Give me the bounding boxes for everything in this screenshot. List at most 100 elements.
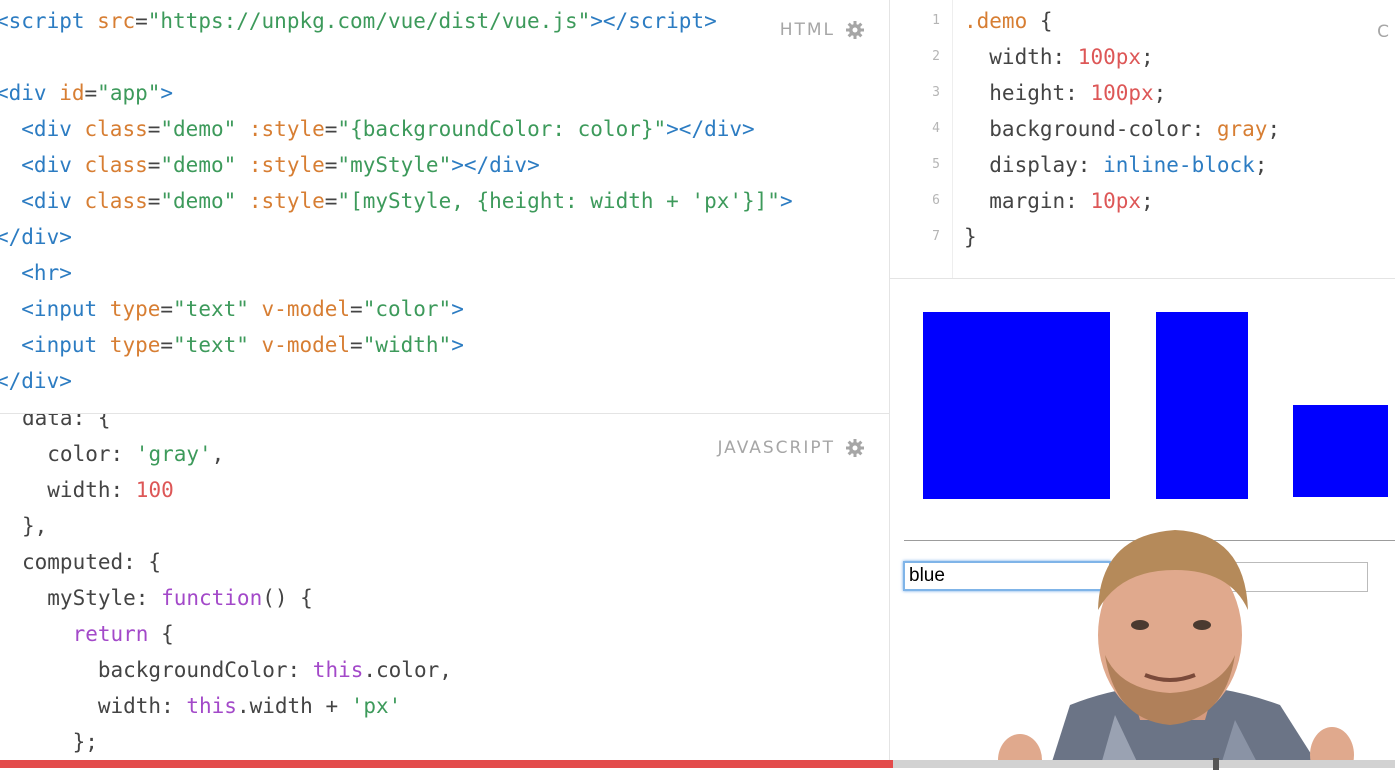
code-line[interactable]: <div class="demo" :style="[myStyle, {hei… [0,183,793,219]
gear-icon[interactable] [845,438,865,458]
line-number: 6 [932,193,940,208]
code-token: ></div> [666,117,755,141]
code-line[interactable]: myStyle: function() { [22,580,452,616]
code-token: > [160,81,174,105]
demo-box-3 [1293,405,1388,497]
code-token: v-model [248,297,351,321]
code-line[interactable]: </div> [0,363,793,399]
line-number: 2 [932,49,940,64]
code-token: <div [0,189,85,213]
code-token: , [211,442,225,466]
code-token: ></div> [451,153,540,177]
code-line[interactable]: backgroundColor: this.color, [22,652,452,688]
code-token: src [97,9,136,33]
code-token: 100px [1077,45,1142,69]
css-editor-pane[interactable]: 1 2 3 4 5 6 7 .demo { width: 100px; height: 10… [890,0,1395,278]
html-code[interactable]: <script src="https://unpkg.com/vue/dist/… [0,3,793,399]
code-line[interactable] [0,39,793,75]
code-token: ; [1141,189,1154,213]
video-progress-knob[interactable] [1212,758,1219,770]
html-editor-pane[interactable]: <script src="https://unpkg.com/vue/dist/… [0,0,889,413]
code-line[interactable]: <script src="https://unpkg.com/vue/dist/… [0,3,793,39]
video-progress-bar[interactable] [0,758,1395,770]
code-token: "myStyle" [337,153,452,177]
code-token: <hr> [0,261,72,285]
code-token: "text" [173,297,249,321]
css-code[interactable]: .demo { width: 100px; height: 100px; bac… [964,3,1280,255]
line-number: 7 [932,229,940,244]
code-token: .demo [964,9,1028,33]
code-token: = [135,9,148,33]
code-token: class [84,189,148,213]
code-line[interactable]: width: 100 [22,472,452,508]
code-token: color: [22,442,136,466]
code-line[interactable]: }, [22,508,452,544]
code-token: <div [0,153,85,177]
code-line[interactable]: <div id="app"> [0,75,793,111]
code-token: :style [236,153,325,177]
code-token: return [72,622,149,646]
code-token: "demo" [160,153,237,177]
code-line[interactable]: } [964,219,1280,255]
code-line[interactable]: <div class="demo" :style="{backgroundCol… [0,111,793,147]
code-token: this [312,658,364,682]
css-line-gutter: 1 2 3 4 5 6 7 [890,3,952,255]
code-line[interactable]: width: this.width + 'px' [22,688,452,724]
code-token: = [350,297,363,321]
code-token: "width" [362,333,452,357]
code-token: width: [22,478,136,502]
code-line[interactable]: </div> [0,219,793,255]
code-token: <script [0,9,98,33]
code-token: type [109,297,161,321]
line-number: 5 [932,157,940,172]
code-line[interactable]: width: 100px; [964,39,1280,75]
code-line[interactable]: <input type="text" v-model="color"> [0,291,793,327]
code-token: = [324,117,338,141]
code-token: this [186,694,237,718]
presenter-image [998,530,1354,768]
code-line[interactable]: margin: 10px; [964,183,1280,219]
code-token: margin: [964,189,1091,213]
code-token: "demo" [160,117,237,141]
code-token: 100 [135,478,174,502]
code-token: 100px [1090,81,1154,105]
code-token: </div> [0,225,72,249]
code-token: <input [0,333,110,357]
code-token: <div [0,81,60,105]
code-line[interactable]: <hr> [0,255,793,291]
code-line[interactable]: <input type="text" v-model="width"> [0,327,793,363]
code-token: <div [0,117,85,141]
code-token: id [59,81,85,105]
presenter-video-overlay [980,515,1360,768]
code-token: = [84,81,98,105]
code-token: }; [22,730,98,754]
javascript-editor-pane[interactable]: data: { color: 'gray', width: 100}, compu… [0,414,889,768]
code-token: :style [236,189,325,213]
code-token: > [704,9,717,33]
code-line[interactable]: background-color: gray; [964,111,1280,147]
code-token: = [324,189,338,213]
code-token: type [109,333,161,357]
code-line[interactable]: return { [22,616,452,652]
code-token: ; [1141,45,1154,69]
code-line[interactable]: <div class="demo" :style="myStyle"></div… [0,147,793,183]
demo-box-2 [1156,312,1248,499]
code-line[interactable]: display: inline-block; [964,147,1280,183]
javascript-code[interactable]: data: { color: 'gray', width: 100}, compu… [22,414,452,760]
code-line[interactable]: }; [22,724,452,760]
code-token: v-model [248,333,351,357]
code-line[interactable]: computed: { [22,544,452,580]
code-token: "{backgroundColor: color}" [337,117,667,141]
code-token: gray [1216,117,1268,141]
code-token: "app" [97,81,161,105]
code-token: .width + [236,694,351,718]
code-token: { [1027,9,1053,33]
gear-icon[interactable] [845,20,865,40]
code-line[interactable]: data: { [22,414,452,436]
code-line[interactable]: height: 100px; [964,75,1280,111]
code-line[interactable]: color: 'gray', [22,436,452,472]
code-token: }, [22,514,48,538]
code-token: > [779,189,793,213]
code-line[interactable]: .demo { [964,3,1280,39]
